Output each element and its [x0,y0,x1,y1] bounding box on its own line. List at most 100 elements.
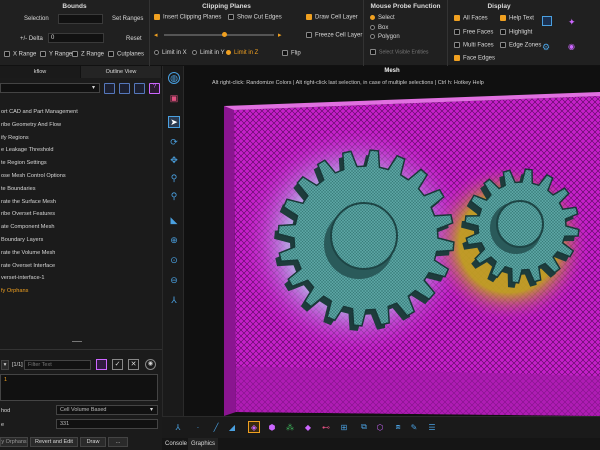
workflow-item[interactable]: te Region Settings [0,157,162,170]
limit-y-radio[interactable]: Limit in Y [192,50,225,56]
edit-icon[interactable]: ✎ [408,421,420,433]
view-triangle-icon[interactable]: ◣ [168,214,180,226]
graphics-viewport[interactable]: Mesh Alt right-click: Randomize Colors |… [184,66,600,416]
z-range-check[interactable]: Z Range [72,51,104,58]
show-cut-edges-check[interactable]: Show Cut Edges [228,14,282,21]
zone-icon[interactable]: ◈ [248,421,260,433]
slider-right-arrow[interactable]: ▸ [278,31,282,39]
node-icon[interactable]: ◆ [302,421,314,433]
pan-icon[interactable]: ✥ [168,154,180,166]
rotate-icon[interactable]: ⟳ [168,136,180,148]
mesh-check-icon[interactable]: ⬡ [374,421,386,433]
clip-slider-track[interactable] [164,34,274,36]
free-faces-check[interactable]: Free Faces [454,29,493,36]
workflow-item[interactable]: Boundary Layers [0,234,162,247]
x-range-check[interactable]: X Range [4,51,36,58]
more-button[interactable]: ... [108,437,128,447]
reset-button[interactable]: Reset [126,36,142,42]
workflow-item[interactable]: ribe Overset Features [0,208,162,221]
draw-cell-layer-check[interactable]: Draw Cell Layer [306,14,358,21]
wf-grid-icon[interactable] [104,83,115,94]
display-shaded-icon[interactable] [542,16,552,26]
tab-outline-view[interactable]: Outline View [81,66,162,78]
limit-x-radio[interactable]: Limit in X [154,50,187,56]
select-radio[interactable]: Select [370,15,395,21]
zoom-out-icon[interactable]: ⊖ [168,274,180,286]
workflow-item[interactable]: ribe Geometry And Flow [0,119,162,132]
filter-input[interactable]: Filter Text [24,360,91,370]
set-ranges-button[interactable]: Set Ranges [112,16,143,22]
box-radio[interactable]: Box [370,25,388,31]
display-eye-icon[interactable]: ◉ [568,42,575,51]
panel-splitter[interactable] [72,341,82,342]
face-edges-check[interactable]: Face Edges [454,55,495,62]
limit-z-radio[interactable]: Limit in Z [226,50,258,56]
flip-check[interactable]: Flip [282,50,301,57]
axis-select-icon[interactable]: ⅄ [172,421,184,433]
point-icon[interactable]: · [192,421,204,433]
workflow-item[interactable]: ort CAD and Part Management [0,106,162,119]
workflow-item[interactable]: ose Mesh Control Options [0,170,162,183]
workflow-select[interactable] [0,83,100,93]
face-icon[interactable]: ◢ [226,421,238,433]
workflow-item[interactable]: rate the Surface Mesh [0,196,162,209]
slider-left-arrow[interactable]: ◂ [154,31,158,39]
all-faces-check[interactable]: All Faces [454,15,488,22]
camera-icon[interactable]: ▣ [168,92,180,104]
workflow-item[interactable]: e Leakage Threshold [0,144,162,157]
zoom-box-icon[interactable]: ⚲ [168,190,180,202]
insert-clipping-check[interactable]: Insert Clipping Planes [154,14,221,21]
value-field[interactable]: 331 [56,419,158,429]
cluster-icon[interactable]: ⁂ [284,421,296,433]
selection-list[interactable]: 1 [0,374,158,401]
workflow-item[interactable]: verset-interface-1 [0,272,162,285]
tab-console[interactable]: Console [162,438,190,450]
select-visible-check[interactable]: Select Visible Entities [370,49,429,55]
multi-faces-check[interactable]: Multi Faces [454,42,494,49]
workflow-item[interactable]: ify Regions [0,132,162,145]
select-all-icon[interactable]: ✓ [112,359,123,370]
edge-icon[interactable]: ╱ [210,421,222,433]
method-select[interactable]: Cell Volume Based [56,405,158,415]
copy-icon[interactable]: ⧉ [358,421,370,433]
display-compass-icon[interactable]: ✦ [568,17,576,28]
deselect-icon[interactable]: ✕ [128,359,139,370]
target-icon[interactable]: ◉ [145,359,156,370]
tab-workflow[interactable]: kflow [0,66,81,78]
selection-list-item[interactable]: 1 [1,375,157,385]
draw-button[interactable]: Draw [80,437,106,447]
compare-icon[interactable]: ⧈ [392,421,404,433]
clip-slider-handle[interactable] [222,32,227,37]
zoom-fit-icon[interactable]: ⊙ [168,254,180,266]
workflow-item[interactable]: te Boundaries [0,183,162,196]
edge-zones-check[interactable]: Edge Zones [500,42,541,49]
tab-graphics[interactable]: Graphics [188,438,219,450]
filter-icon[interactable]: ⊞ [338,421,350,433]
revert-edit-button[interactable]: Revert and Edit [30,437,78,447]
wf-list-icon[interactable] [119,83,130,94]
freeze-cell-layer-check[interactable]: Freeze Cell Layer [306,32,362,39]
help-icon[interactable]: ? [149,83,160,94]
dropdown-arrow-button[interactable]: ▾ [1,360,9,370]
method-chevron-icon[interactable]: ▾ [150,406,153,413]
zoom-in-icon[interactable]: ⊕ [168,234,180,246]
workflow-item[interactable]: rate Overset Interface [0,260,162,273]
display-gear-icon[interactable]: ⚙ [542,42,550,53]
globe-icon[interactable]: ◍ [168,72,180,84]
link-icon[interactable]: ⊷ [320,421,332,433]
list-icon[interactable]: ☰ [426,421,438,433]
cell-icon[interactable]: ⬢ [266,421,278,433]
filter-color-icon[interactable] [96,359,107,370]
chevron-down-icon[interactable]: ▾ [92,84,95,91]
orphans-button[interactable]: y Orphans [0,437,28,447]
polygon-radio[interactable]: Polygon [370,34,400,40]
workflow-item[interactable]: ate Component Mesh [0,221,162,234]
workflow-item[interactable]: rate the Volume Mesh [0,247,162,260]
workflow-item-active[interactable]: fy Orphans [0,285,162,298]
cutplanes-check[interactable]: Cutplanes [108,51,144,58]
pointer-icon[interactable]: ➤ [168,116,180,128]
selection-field[interactable] [58,14,103,24]
axes-icon[interactable]: ⅄ [168,294,180,306]
wf-tree-icon[interactable] [134,83,145,94]
y-range-check[interactable]: Y Range [40,51,72,58]
